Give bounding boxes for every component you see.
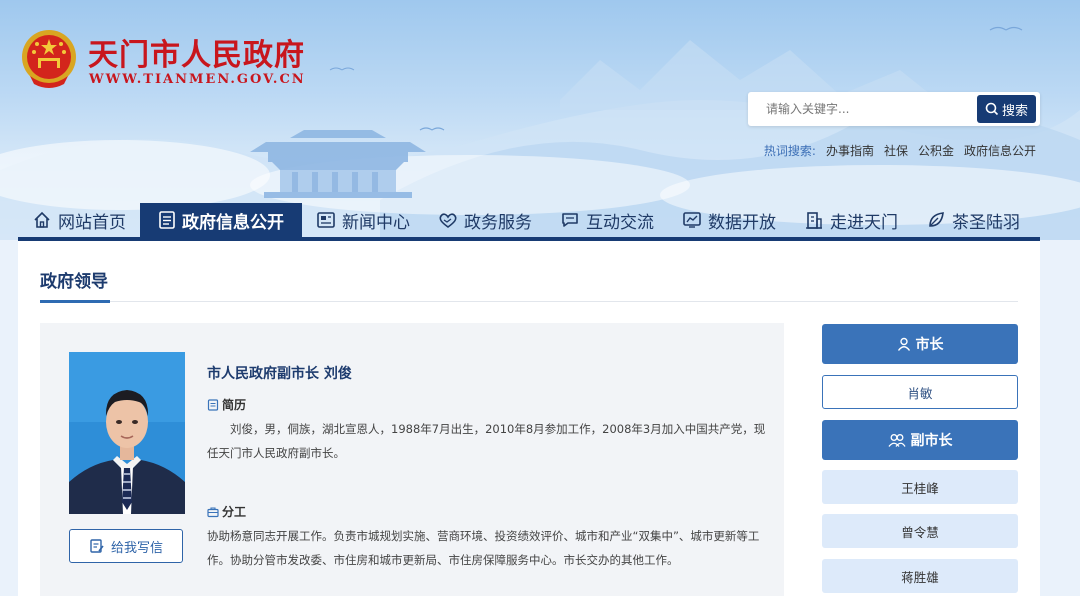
site-url: WWW.TIANMEN.GOV.CN <box>89 72 306 87</box>
leader-profile-card: 给我写信 市人民政府副市长 刘俊 简历 刘俊，男，侗族，湖北宣恩人，1988年7… <box>40 323 784 596</box>
nav-item-gov-info[interactable]: 政府信息公开 <box>140 203 302 237</box>
leader-name-title: 市人民政府副市长 刘俊 <box>207 366 352 382</box>
hot-search-label: 热词搜索: <box>763 144 816 158</box>
nav-item-news[interactable]: 新闻中心 <box>302 203 424 237</box>
nav-item-label: 茶圣陆羽 <box>952 212 1020 233</box>
edit-icon <box>90 539 104 553</box>
nav-item-label: 政务服务 <box>464 212 532 233</box>
content-panel: 政府领导 给我写信 市人民政府副市长 刘俊 简历 刘俊，男，侗族，湖北宣恩人，1… <box>18 241 1040 596</box>
nav-item-open-data[interactable]: 数据开放 <box>668 203 790 237</box>
mayor-header[interactable]: 市长 <box>822 324 1018 364</box>
resume-text: 刘俊，男，侗族，湖北宣恩人，1988年7月出生，2010年8月参加工作，2008… <box>207 422 766 460</box>
nav-item-label: 互动交流 <box>586 212 654 233</box>
chat-icon <box>562 213 578 227</box>
section-title-underline <box>40 300 110 303</box>
search-button-label: 搜索 <box>1001 103 1028 119</box>
hot-term-link[interactable]: 社保 <box>884 142 908 159</box>
sidebar-item-vice-mayor[interactable]: 蒋胜雄 <box>822 559 1018 593</box>
heart-hand-icon <box>439 213 457 228</box>
nav-item-about-tianmen[interactable]: 走进天门 <box>790 203 912 237</box>
sidebar-item-mayor[interactable]: 肖敏 <box>822 375 1018 409</box>
people-icon <box>887 434 906 447</box>
nav-item-label: 政府信息公开 <box>182 212 284 233</box>
nav-item-home[interactable]: 网站首页 <box>18 203 140 237</box>
leaf-icon <box>929 212 944 227</box>
building-icon <box>806 212 822 229</box>
duty-text: 协助杨意同志开展工作。负责市城规划实施、营商环境、投资绩效评价、城市和产业“双集… <box>207 529 760 567</box>
search-input[interactable] <box>748 92 976 126</box>
newspaper-icon <box>317 212 335 228</box>
nav-item-lu-yu[interactable]: 茶圣陆羽 <box>912 203 1034 237</box>
duty-heading: 分工 <box>207 503 246 520</box>
vice-mayor-header[interactable]: 副市长 <box>822 420 1018 460</box>
section-divider <box>40 301 1018 302</box>
nav-item-label: 走进天门 <box>830 212 898 233</box>
hot-term-link[interactable]: 政府信息公开 <box>964 142 1036 159</box>
mayor-header-label: 市长 <box>915 337 944 353</box>
hot-search-bar: 热词搜索: 办事指南 社保 公积金 政府信息公开 <box>764 142 1036 159</box>
hot-term-link[interactable]: 办事指南 <box>826 142 874 159</box>
sidebar-item-vice-mayor[interactable]: 王桂峰 <box>822 470 1018 504</box>
resume-label: 简历 <box>222 398 247 412</box>
main-nav: 网站首页 政府信息公开 新闻中心 政务服务 互动交流 数据开放 走进天门 茶圣陆… <box>18 203 1040 241</box>
section-title: 政府领导 <box>40 272 108 292</box>
search-box: 搜索 <box>748 92 1040 126</box>
document-small-icon <box>207 398 219 411</box>
vice-mayor-header-label: 副市长 <box>910 433 953 449</box>
write-letter-label: 给我写信 <box>110 540 163 556</box>
duty-label: 分工 <box>222 505 247 519</box>
hot-term-link[interactable]: 公积金 <box>918 142 954 159</box>
briefcase-icon <box>207 506 219 517</box>
nav-item-label: 新闻中心 <box>342 212 410 233</box>
nav-item-label: 数据开放 <box>708 212 776 233</box>
nav-item-label: 网站首页 <box>58 212 126 233</box>
resume-heading: 简历 <box>207 396 246 413</box>
site-title[interactable]: 天门市人民政府 <box>88 30 305 74</box>
national-emblem-icon <box>22 30 76 88</box>
chart-icon <box>683 212 701 228</box>
search-button[interactable]: 搜索 <box>977 95 1036 123</box>
nav-item-interaction[interactable]: 互动交流 <box>546 203 668 237</box>
write-letter-button[interactable]: 给我写信 <box>69 529 183 563</box>
nav-item-services[interactable]: 政务服务 <box>424 203 546 237</box>
document-icon <box>159 211 175 229</box>
home-icon <box>34 211 50 228</box>
search-icon <box>985 102 999 116</box>
leader-photo <box>69 352 185 514</box>
person-icon <box>897 337 910 351</box>
sidebar-item-vice-mayor[interactable]: 曾令慧 <box>822 514 1018 548</box>
